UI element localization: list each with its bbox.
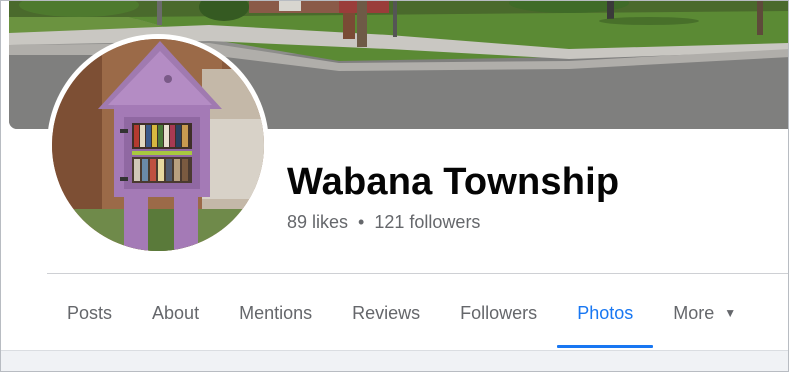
tab-label: More [673,302,715,323]
stats-separator: • [358,212,365,232]
tab-posts[interactable]: Posts [47,283,132,343]
tab-about[interactable]: About [132,283,219,343]
followers-count[interactable]: 121 followers [374,212,480,233]
tab-label: Followers [460,302,538,323]
page-header: Wabana Township 89 likes • 121 followers… [0,0,789,372]
likes-count[interactable]: 89 likes [287,212,348,233]
header-divider [47,273,788,274]
content-background [1,350,788,371]
tab-mentions[interactable]: Mentions [219,283,332,343]
tab-reviews[interactable]: Reviews [332,283,440,343]
tab-label: Posts [67,302,113,323]
page-title: Wabana Township [287,161,620,203]
profile-photo [52,39,264,251]
profile-picture[interactable] [47,34,269,256]
page-stats: 89 likes • 121 followers [287,212,480,233]
profile-tabs: Posts About Mentions Reviews Followers P… [47,283,756,349]
tab-followers[interactable]: Followers [440,283,557,343]
tab-photos[interactable]: Photos [557,283,654,348]
tab-label: Photos [577,302,634,323]
tab-more[interactable]: More ▼ [653,283,756,343]
tab-label: About [152,302,200,323]
tab-label: Reviews [352,302,421,323]
caret-down-icon: ▼ [724,306,737,320]
tab-label: Mentions [239,302,313,323]
